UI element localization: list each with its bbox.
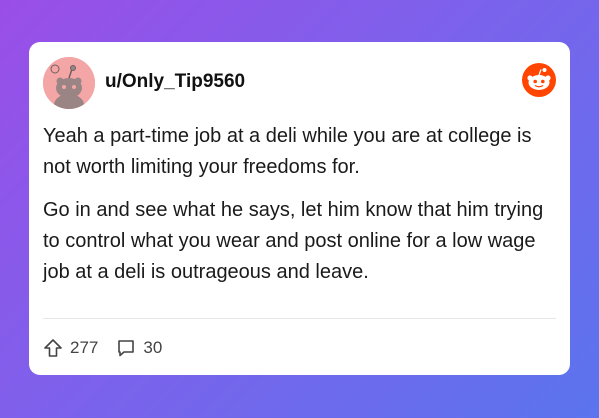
upvote-count: 277	[70, 338, 99, 357]
reddit-logo-icon	[522, 63, 556, 97]
post-card: u/Only_Tip9560 Yeah a part-time job at a…	[29, 42, 570, 375]
post-footer: 277 30	[43, 336, 180, 360]
snoo-avatar-icon	[43, 57, 95, 109]
post-paragraph: Go in and see what he says, let him know…	[43, 199, 544, 283]
comment-count: 30	[143, 338, 163, 357]
comment-bubble-icon[interactable]	[116, 338, 136, 358]
avatar[interactable]	[43, 57, 95, 109]
post-header: u/Only_Tip9560	[43, 57, 556, 109]
post-paragraph: Yeah a part-time job at a deli while you…	[43, 125, 532, 178]
divider	[43, 318, 556, 319]
upvote-arrow-icon[interactable]	[43, 338, 63, 358]
post-body: Yeah a part-time job at a deli while you…	[43, 121, 548, 300]
username[interactable]: u/Only_Tip9560	[105, 71, 245, 93]
